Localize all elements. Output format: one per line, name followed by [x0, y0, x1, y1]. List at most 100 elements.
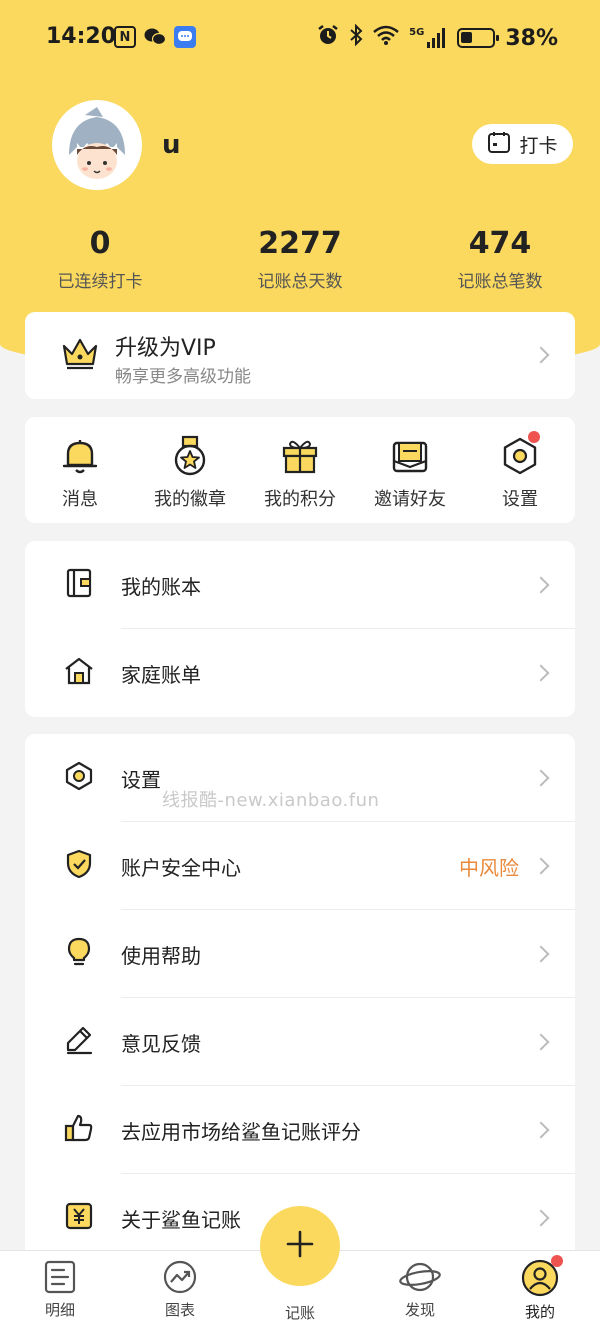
chevron-right-icon — [532, 769, 550, 787]
stat-streak[interactable]: 0 已连续打卡 — [0, 226, 200, 292]
crown-icon — [61, 334, 99, 376]
risk-level-value: 中风险 — [459, 855, 519, 880]
avatar[interactable] — [52, 100, 142, 190]
stat-label: 记账总天数 — [257, 272, 343, 292]
quick-action-label: 我的积分 — [264, 489, 336, 510]
quick-action-label: 设置 — [502, 489, 538, 510]
gift-icon — [245, 435, 355, 477]
stat-value: 474 — [468, 226, 532, 261]
chevron-right-icon — [532, 1121, 550, 1139]
thumbs-up-icon — [63, 1112, 95, 1148]
wallet-icon — [63, 567, 95, 603]
list-icon — [20, 1259, 100, 1295]
calendar-icon — [487, 130, 511, 159]
chevron-right-icon — [532, 857, 550, 875]
stat-label: 记账总笔数 — [457, 272, 543, 292]
chevron-right-icon — [532, 576, 550, 594]
envelope-icon — [355, 435, 465, 477]
chart-icon — [140, 1259, 220, 1295]
stat-total-records[interactable]: 474 记账总笔数 — [400, 226, 600, 292]
profile-icon — [500, 1259, 580, 1297]
settings-icon — [63, 760, 95, 796]
menu-label: 关于鲨鱼记账 — [121, 1207, 241, 1232]
alarm-icon — [317, 24, 339, 52]
bluetooth-icon — [349, 23, 363, 52]
bell-icon — [25, 435, 135, 477]
nav-label: 我的 — [524, 1303, 555, 1321]
nav-details[interactable]: 明细 — [20, 1259, 100, 1320]
vip-subtitle: 畅享更多高级功能 — [115, 367, 251, 387]
menu-label: 账户安全中心 — [121, 855, 241, 880]
battery-percent: 38% — [505, 25, 558, 51]
nav-charts[interactable]: 图表 — [140, 1259, 220, 1320]
stat-value: 0 — [89, 226, 111, 261]
quick-action-settings[interactable]: 设置 — [465, 417, 575, 523]
menu-item-family-bills[interactable]: 家庭账单 — [25, 629, 575, 717]
menu-item-help[interactable]: 使用帮助 — [25, 910, 575, 998]
quick-action-label: 我的徽章 — [154, 489, 226, 510]
vip-upgrade-card[interactable]: 升级为VIP 畅享更多高级功能 — [25, 312, 575, 399]
quick-action-points[interactable]: 我的积分 — [245, 417, 355, 523]
checkin-label: 打卡 — [519, 134, 558, 157]
menu-group-books: 我的账本 家庭账单 — [25, 541, 575, 717]
chevron-right-icon — [532, 664, 550, 682]
quick-action-badges[interactable]: 我的徽章 — [135, 417, 245, 523]
chevron-right-icon — [532, 1209, 550, 1227]
message-icon — [174, 26, 196, 48]
quick-action-label: 消息 — [62, 489, 98, 510]
menu-label: 设置 — [121, 767, 161, 792]
medal-icon — [135, 435, 245, 477]
chevron-right-icon — [532, 1033, 550, 1051]
status-bar: 14:20 N 5G 38% — [0, 0, 600, 76]
nav-label: 明细 — [44, 1301, 75, 1319]
username: u — [162, 130, 181, 160]
stat-label: 已连续打卡 — [57, 272, 143, 292]
chevron-right-icon — [532, 346, 550, 364]
menu-group-general: 设置 账户安全中心 中风险 使用帮助 意见反馈 去应用市场给鲨鱼记账评分 关于鲨… — [25, 734, 575, 1264]
checkin-button[interactable]: 打卡 — [472, 124, 573, 164]
watermark-text: 线报酷-new.xianbao.fun — [162, 790, 380, 811]
status-time: 14:20 — [46, 24, 117, 49]
lightbulb-icon — [63, 936, 95, 972]
planet-icon — [380, 1259, 460, 1295]
menu-item-my-books[interactable]: 我的账本 — [25, 541, 575, 629]
stats-row: 0 已连续打卡 2277 记账总天数 474 记账总笔数 — [0, 226, 600, 292]
notification-badge — [528, 431, 540, 443]
chevron-right-icon — [532, 945, 550, 963]
home-icon — [63, 655, 95, 691]
menu-label: 我的账本 — [121, 574, 201, 599]
menu-label: 家庭账单 — [121, 662, 201, 687]
menu-item-rate-app[interactable]: 去应用市场给鲨鱼记账评分 — [25, 1086, 575, 1174]
yen-icon — [63, 1200, 95, 1236]
nfc-icon: N — [114, 26, 136, 48]
menu-label: 使用帮助 — [121, 943, 201, 968]
status-right: 5G 38% — [317, 23, 558, 52]
nav-label: 图表 — [164, 1301, 195, 1319]
quick-action-invite[interactable]: 邀请好友 — [355, 417, 465, 523]
nav-mine[interactable]: 我的 — [500, 1255, 580, 1322]
edit-icon — [63, 1024, 95, 1060]
menu-item-feedback[interactable]: 意见反馈 — [25, 998, 575, 1086]
quick-actions-card: 消息 我的徽章 我的积分 邀请好友 设置 — [25, 417, 575, 523]
stat-value: 2277 — [258, 226, 342, 261]
status-left-icons: N — [114, 26, 196, 48]
notification-badge — [551, 1255, 563, 1267]
plus-icon — [285, 1229, 315, 1263]
quick-action-label: 邀请好友 — [374, 489, 446, 510]
nav-label: 发现 — [404, 1301, 435, 1319]
vip-title: 升级为VIP — [115, 336, 216, 361]
signal-5g-icon: 5G — [409, 28, 447, 48]
wifi-icon — [373, 25, 399, 51]
nav-label-add: 记账 — [284, 1304, 315, 1322]
battery-icon — [457, 28, 500, 48]
hexagon-settings-icon — [465, 435, 575, 477]
add-record-button[interactable] — [260, 1206, 340, 1286]
stat-total-days[interactable]: 2277 记账总天数 — [200, 226, 400, 292]
nav-discover[interactable]: 发现 — [380, 1259, 460, 1320]
menu-label: 意见反馈 — [121, 1031, 201, 1056]
shield-check-icon — [63, 848, 95, 884]
quick-action-messages[interactable]: 消息 — [25, 417, 135, 523]
menu-item-security-center[interactable]: 账户安全中心 中风险 — [25, 822, 575, 910]
wechat-icon — [144, 26, 166, 48]
menu-label: 去应用市场给鲨鱼记账评分 — [121, 1119, 361, 1144]
